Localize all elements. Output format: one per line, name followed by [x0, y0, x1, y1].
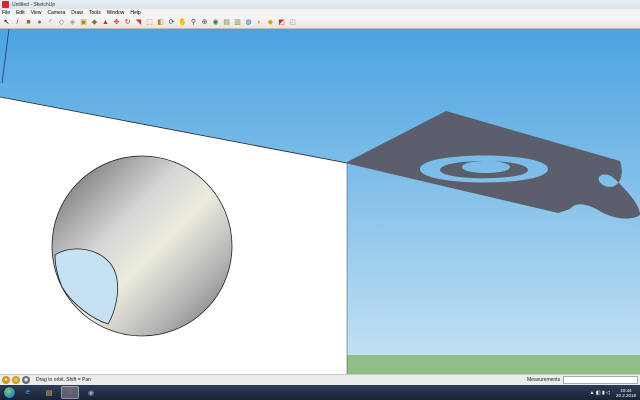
menu-tools[interactable]: Tools — [89, 10, 101, 16]
rotate-tool-icon[interactable]: ↻ — [123, 18, 132, 27]
taskbar-apps: e ▤ S ◉ — [16, 386, 100, 399]
measurements-input[interactable] — [563, 376, 638, 384]
circle-tool-icon[interactable]: ● — [35, 18, 44, 27]
sketchup-app-icon — [2, 1, 9, 8]
explorer-taskbar-icon[interactable]: ▤ — [40, 386, 58, 399]
title-bar: Untitled - SketchUp — [0, 0, 640, 9]
orbit-tool-icon[interactable]: ⟳ — [167, 18, 176, 27]
menu-window[interactable]: Window — [107, 10, 125, 16]
system-tray: ▲ ◧ ▮ ◁ 19:44 20.2.2018 — [590, 385, 636, 400]
menu-draw[interactable]: Draw — [71, 10, 83, 16]
menu-file[interactable]: File — [2, 10, 10, 16]
app-taskbar-icon[interactable]: ◉ — [82, 386, 100, 399]
3d-viewport[interactable] — [0, 29, 640, 374]
ie-taskbar-icon[interactable]: e — [19, 386, 37, 399]
pan-tool-icon[interactable]: ✋ — [178, 18, 187, 27]
paint-bucket-icon[interactable]: ▣ — [79, 18, 88, 27]
add-location-icon[interactable]: ◉ — [211, 18, 220, 27]
scene-canvas[interactable] — [0, 29, 640, 374]
select-tool-icon[interactable]: ↖ — [2, 18, 11, 27]
sketchup-taskbar-icon[interactable]: S — [61, 386, 79, 399]
menu-camera[interactable]: Camera — [47, 10, 65, 16]
start-button[interactable] — [3, 386, 16, 399]
pencil-tool-icon[interactable]: / — [13, 18, 22, 27]
user-icon[interactable]: ◉ — [22, 376, 30, 384]
arc-tool-icon[interactable]: ◜ — [46, 18, 55, 27]
follow-me-icon[interactable]: ◥ — [134, 18, 143, 27]
move-tool-icon[interactable]: ✥ — [112, 18, 121, 27]
clock-date: 20.2.2018 — [615, 392, 636, 398]
eraser-tool-icon[interactable]: ◇ — [57, 18, 66, 27]
measurements-label: Measurements — [527, 377, 561, 383]
get-models-icon[interactable]: ◍ — [244, 18, 253, 27]
photo-textures-icon[interactable]: ▥ — [233, 18, 242, 27]
extension-warehouse-icon[interactable]: ◩ — [277, 18, 286, 27]
share-component-icon[interactable]: ◆ — [266, 18, 275, 27]
scale-tool-icon[interactable]: ⬚ — [145, 18, 154, 27]
menu-help[interactable]: Help — [130, 10, 140, 16]
menu-view[interactable]: View — [31, 10, 42, 16]
toggle-terrain-icon[interactable]: ▤ — [222, 18, 231, 27]
push-pull-icon[interactable]: ▲ — [101, 18, 110, 27]
geo-location-icon[interactable]: ● — [2, 376, 10, 384]
tape-measure-icon[interactable]: ◆ — [90, 18, 99, 27]
tray-icons[interactable]: ▲ ◧ ▮ ◁ — [590, 390, 610, 396]
status-hint: Drag to orbit. Shift = Pan — [36, 377, 91, 383]
window-title: Untitled - SketchUp — [12, 1, 56, 8]
send-to-layout-icon[interactable]: ◰ — [288, 18, 297, 27]
ground-plane — [347, 355, 640, 374]
share-model-icon[interactable]: ◐ — [255, 18, 264, 27]
credits-icon[interactable]: ◎ — [12, 376, 20, 384]
zoom-extents-icon[interactable]: ⊕ — [200, 18, 209, 27]
offset-tool-icon[interactable]: ◧ — [156, 18, 165, 27]
zoom-tool-icon[interactable]: ⚲ — [189, 18, 198, 27]
main-toolbar: ↖ / ■ ● ◜ ◇ ◈ ▣ ◆ ▲ ✥ ↻ ◥ ⬚ ◧ ⟳ ✋ ⚲ ⊕ ◉ ▤ ▥ ◍ ◐ ◆ ◩ ◰ — [0, 16, 640, 29]
make-component-icon[interactable]: ◈ — [68, 18, 77, 27]
clock[interactable]: 19:44 20.2.2018 — [616, 388, 636, 398]
status-bar: ● ◎ ◉ Drag to orbit. Shift = Pan Measure… — [0, 374, 640, 385]
menu-edit[interactable]: Edit — [16, 10, 25, 16]
windows-taskbar: e ▤ S ◉ ▲ ◧ ▮ ◁ 19:44 20.2.2018 — [0, 385, 640, 400]
menu-bar: File Edit View Camera Draw Tools Window … — [0, 9, 640, 16]
rectangle-tool-icon[interactable]: ■ — [24, 18, 33, 27]
sphere-cutout[interactable] — [51, 155, 233, 337]
